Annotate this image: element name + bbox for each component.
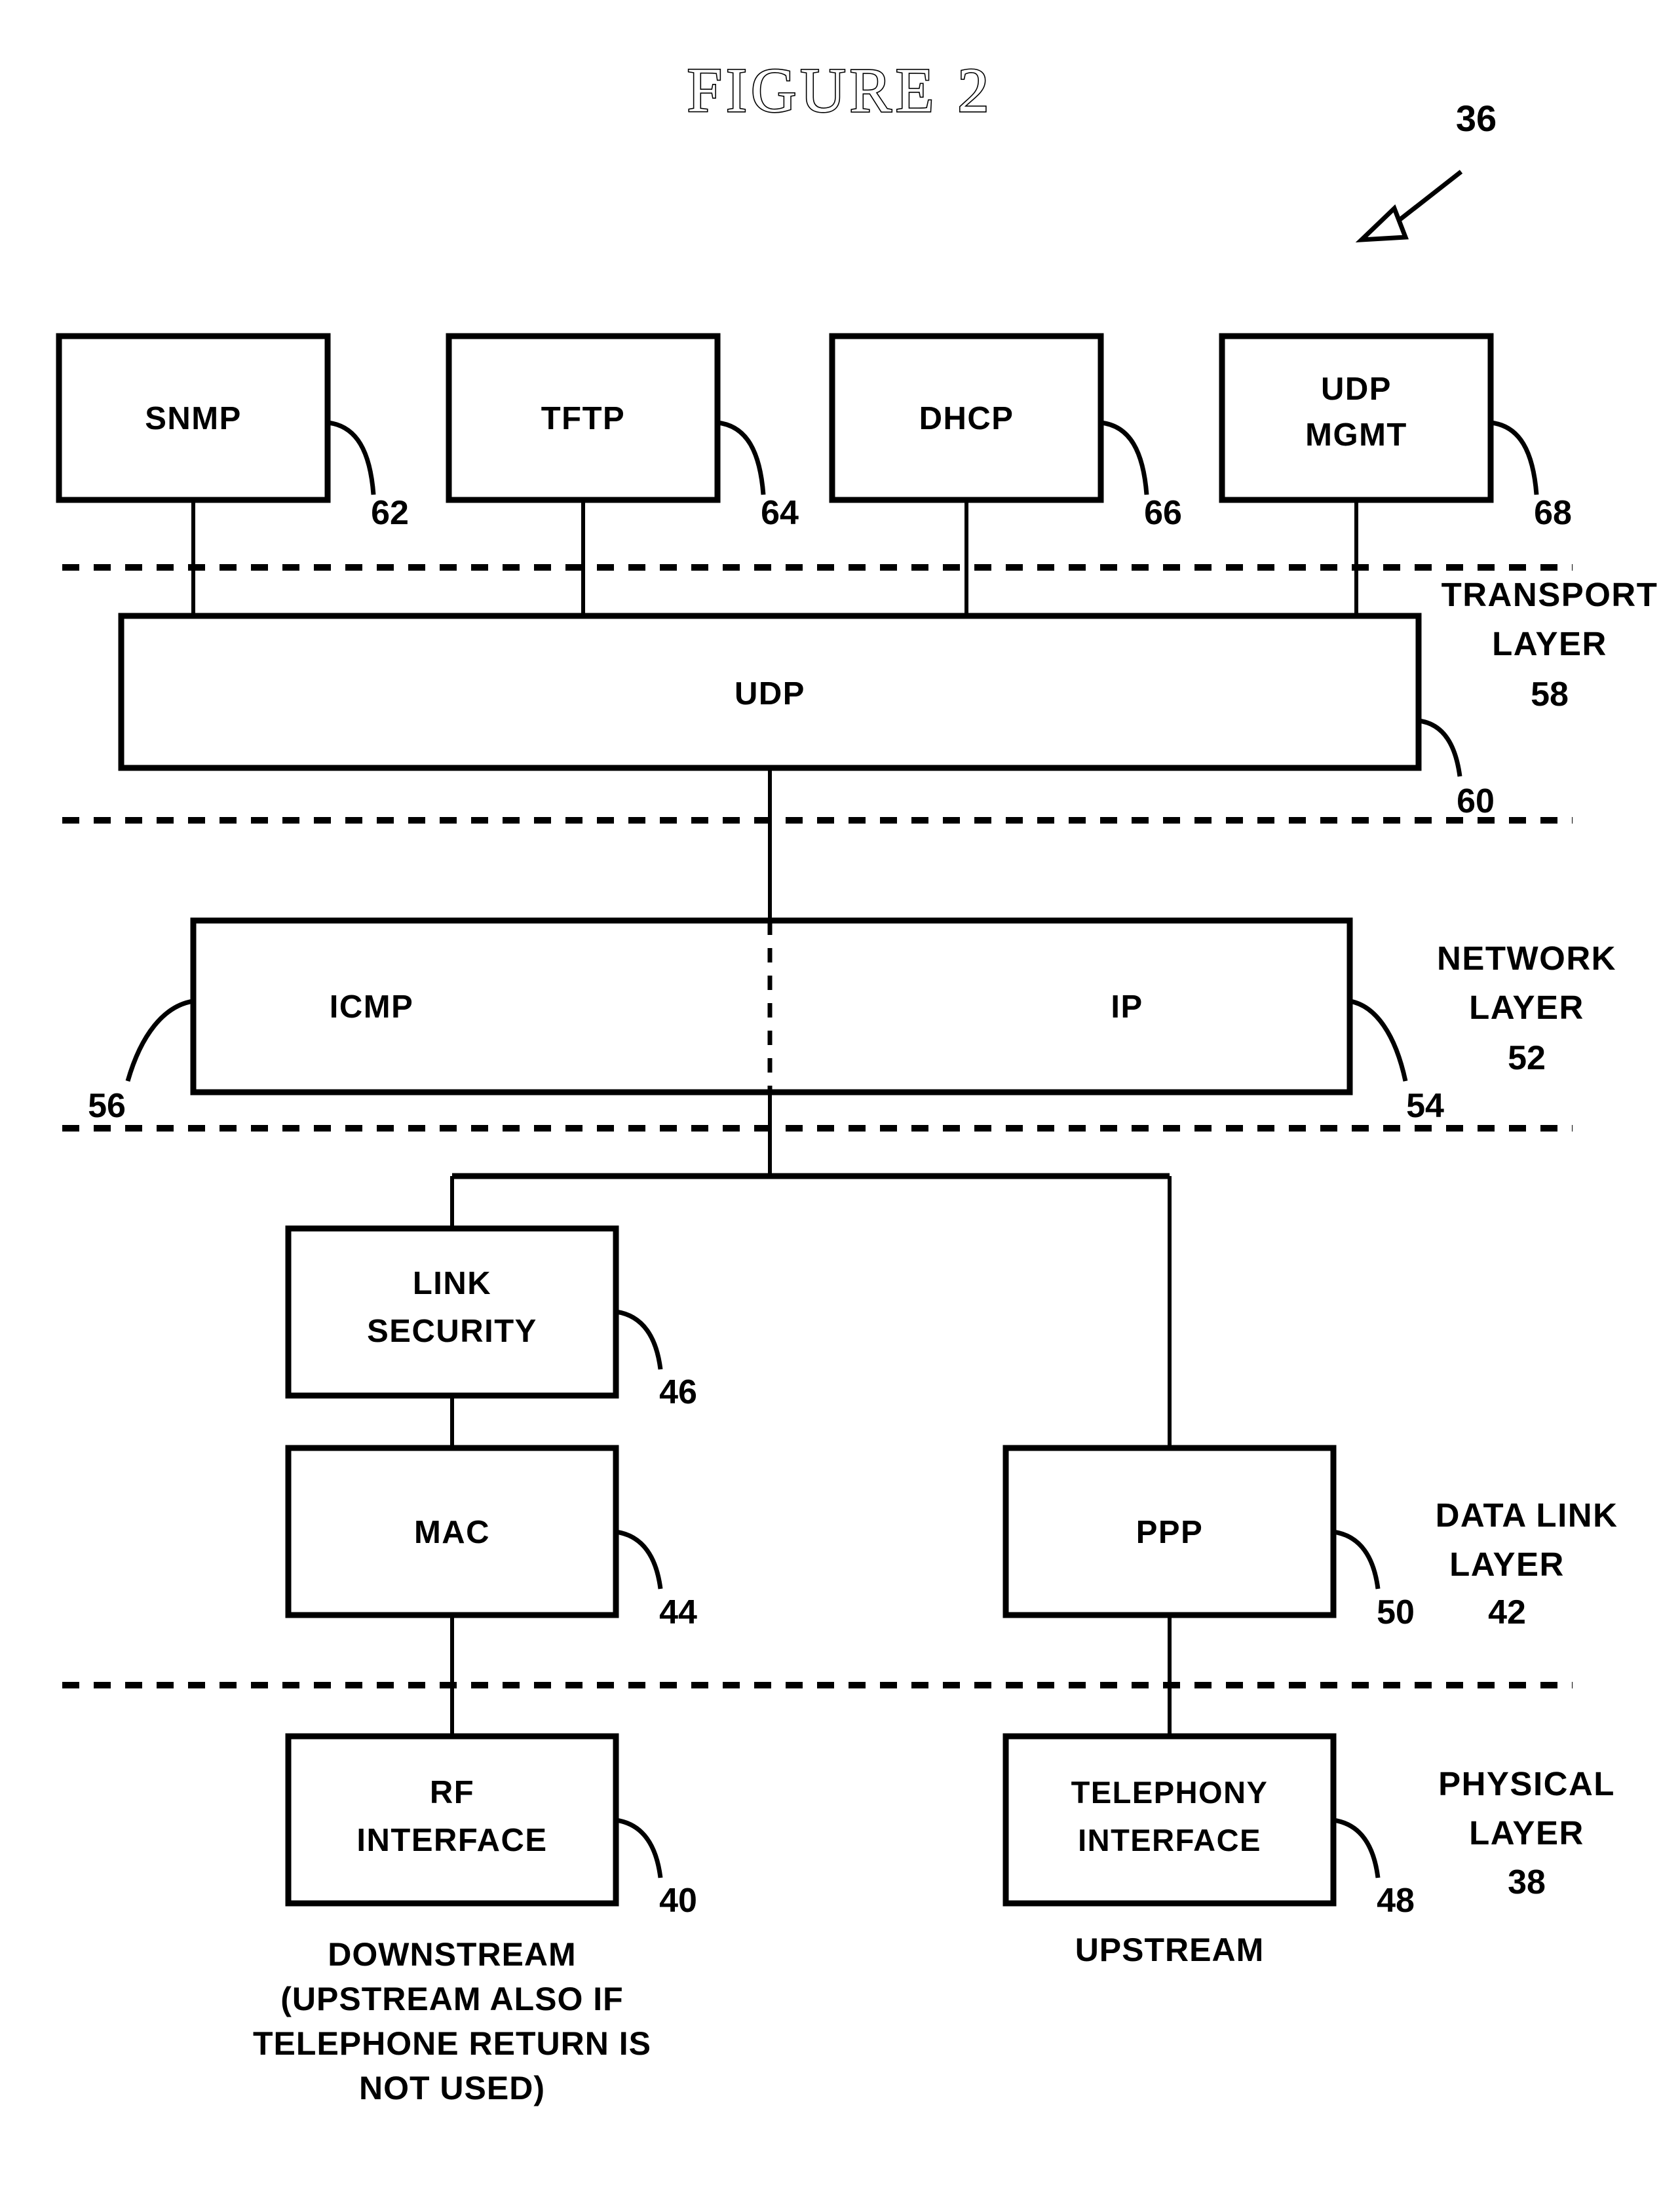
rf-interface-box-label-line1: RF	[430, 1775, 474, 1810]
udp-transport-ref-number: 60	[1457, 782, 1495, 820]
mac-ref-number: 44	[659, 1593, 697, 1631]
datalink-layer-name-line1: DATA LINK	[1436, 1496, 1618, 1534]
downstream-caption-line1: DOWNSTREAM	[328, 1936, 576, 1973]
network-layer-name-line2: LAYER	[1469, 989, 1584, 1026]
mac-box-label: MAC	[414, 1515, 490, 1550]
datalink-layer-name-line2: LAYER	[1449, 1546, 1565, 1583]
dhcp-box[interactable]: DHCP	[829, 333, 1104, 503]
telephony-interface-box-label-line1: TELEPHONY	[1071, 1775, 1269, 1810]
link-security-box-label-line1: LINK	[413, 1266, 491, 1301]
snmp-box-label: SNMP	[145, 401, 242, 436]
udp-mgmt-box[interactable]: UDP MGMT	[1219, 333, 1494, 503]
dhcp-box-label: DHCP	[919, 401, 1014, 436]
downstream-caption-line2: (UPSTREAM ALSO IF	[280, 1981, 623, 2017]
udp-transport-box-label: UDP	[735, 676, 805, 712]
link-security-box[interactable]: LINK SECURITY	[285, 1225, 619, 1399]
snmp-box[interactable]: SNMP	[56, 333, 331, 503]
rf-interface-ref-number: 40	[659, 1882, 697, 1920]
link-security-box-label-line2: SECURITY	[367, 1314, 537, 1349]
link-security-ref-number: 46	[659, 1373, 697, 1411]
physical-layer-name-line2: LAYER	[1469, 1814, 1584, 1852]
ip-ref-number: 54	[1406, 1087, 1444, 1125]
transport-layer-name-line1: TRANSPORT	[1441, 576, 1658, 613]
figure-title: FIGURE 2	[687, 55, 993, 125]
downstream-caption-line4: NOT USED)	[359, 2070, 545, 2106]
udp-mgmt-box-label-line2: MGMT	[1305, 417, 1407, 453]
tftp-ref-number: 64	[761, 494, 799, 532]
udp-transport-box[interactable]: UDP	[118, 613, 1422, 771]
downstream-caption-line3: TELEPHONE RETURN IS	[253, 2025, 651, 2062]
mac-box[interactable]: MAC	[285, 1445, 619, 1618]
tftp-box[interactable]: TFTP	[446, 333, 721, 503]
telephony-interface-box-outline	[1002, 1733, 1337, 1907]
icmp-ref-number: 56	[88, 1087, 126, 1125]
rf-interface-box-outline	[285, 1733, 619, 1907]
ppp-box[interactable]: PPP	[1002, 1445, 1337, 1618]
icmp-label: ICMP	[330, 989, 414, 1025]
physical-layer-ref-number: 38	[1508, 1863, 1546, 1901]
overall-ref-number: 36	[1456, 98, 1497, 139]
rf-interface-box-label-line2: INTERFACE	[356, 1823, 547, 1858]
dhcp-ref-number: 66	[1144, 494, 1182, 532]
udp-mgmt-box-label-line1: UDP	[1321, 371, 1392, 407]
network-layer-panel: ICMP IP	[190, 917, 1353, 1095]
figure-page: FIGURE 2 36 SNMP 62 TFTP 64 DHCP 66 UDP …	[0, 0, 1680, 2208]
physical-layer-name-line1: PHYSICAL	[1438, 1765, 1615, 1802]
ppp-box-label: PPP	[1136, 1515, 1204, 1550]
upstream-caption: UPSTREAM	[1075, 1932, 1265, 1968]
telephony-interface-ref-number: 48	[1377, 1882, 1415, 1920]
link-security-box-outline	[285, 1225, 619, 1399]
transport-layer-ref-number: 58	[1531, 676, 1569, 714]
ppp-ref-number: 50	[1377, 1593, 1415, 1631]
rf-interface-box[interactable]: RF INTERFACE	[285, 1733, 619, 1907]
tftp-box-label: TFTP	[541, 401, 625, 436]
datalink-layer-ref-number: 42	[1488, 1593, 1526, 1631]
udp-mgmt-ref-number: 68	[1534, 494, 1572, 532]
telephony-interface-box-label-line2: INTERFACE	[1078, 1823, 1261, 1857]
ip-label: IP	[1111, 989, 1143, 1025]
telephony-interface-box[interactable]: TELEPHONY INTERFACE	[1002, 1733, 1337, 1907]
network-layer-ref-number: 52	[1508, 1039, 1546, 1077]
transport-layer-name-line2: LAYER	[1492, 625, 1607, 662]
snmp-ref-number: 62	[371, 494, 409, 532]
protocol-stack-diagram: FIGURE 2 36 SNMP 62 TFTP 64 DHCP 66 UDP …	[0, 0, 1680, 2208]
network-layer-name-line1: NETWORK	[1437, 940, 1616, 977]
